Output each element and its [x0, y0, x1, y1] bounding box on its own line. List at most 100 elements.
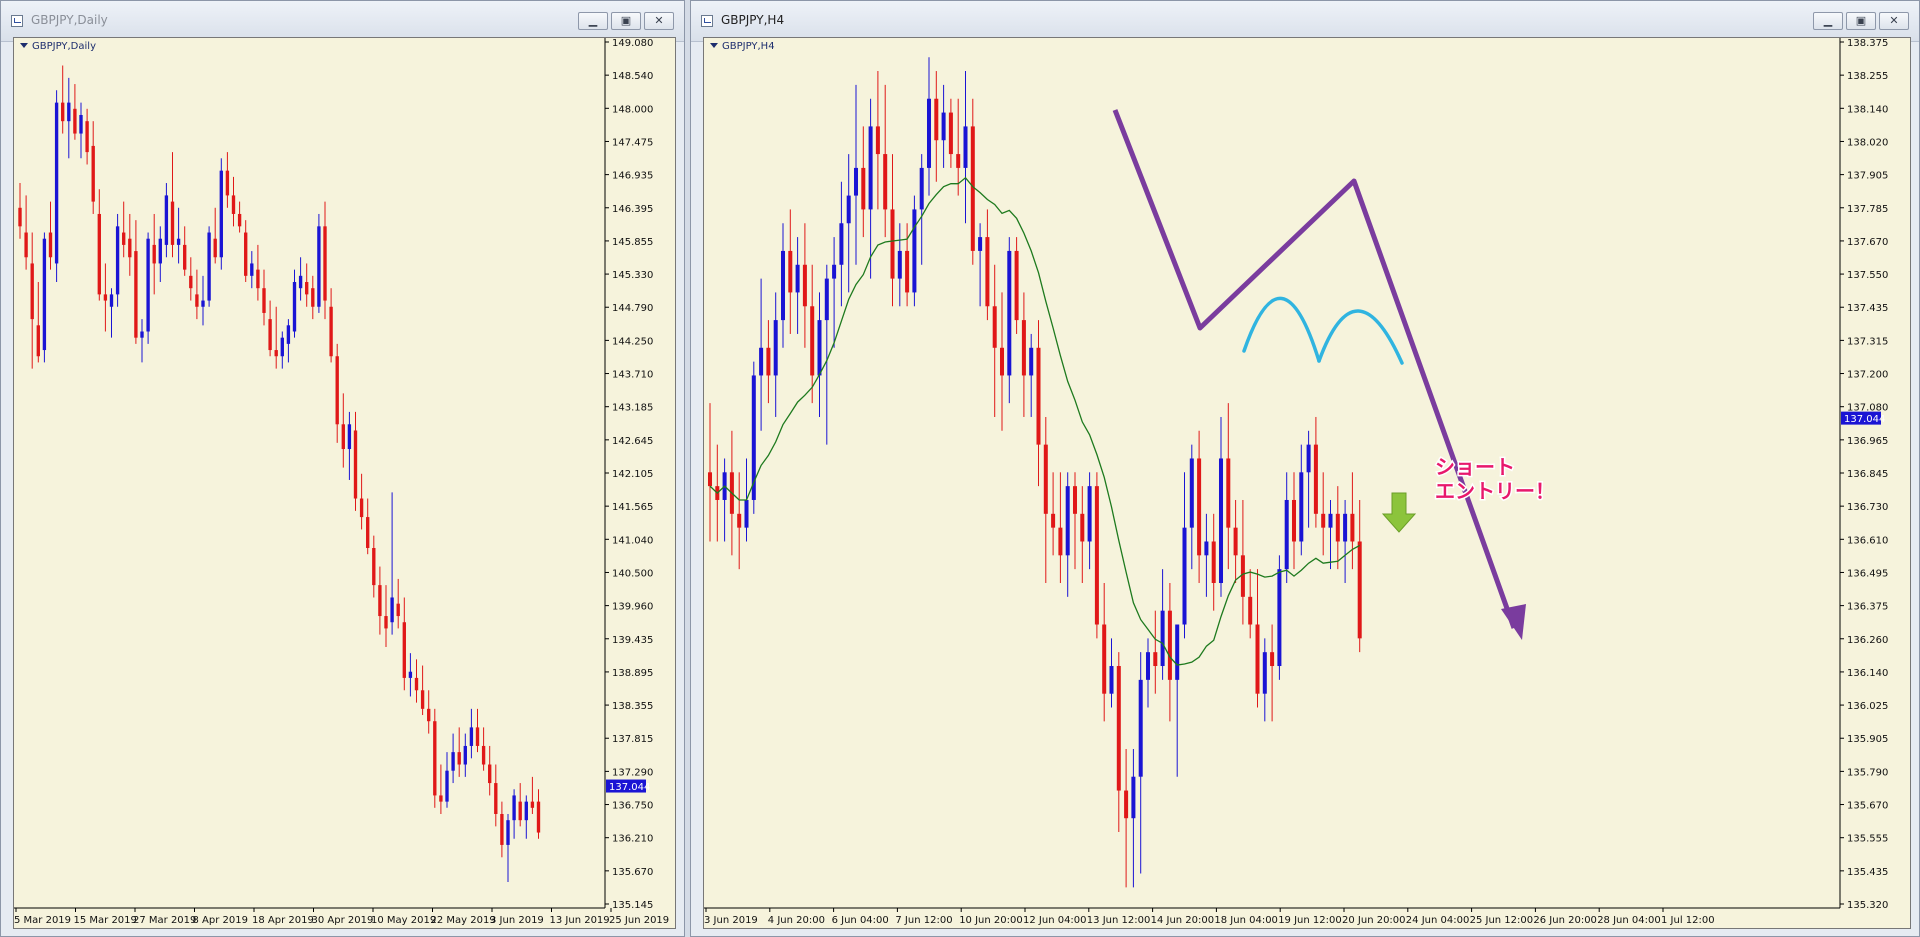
candle-body: [817, 320, 822, 376]
candle-body: [201, 300, 205, 307]
maximize-button[interactable]: ▣: [1846, 12, 1876, 30]
title-bar[interactable]: GBPJPY,H4 ▁ ▣ ✕: [691, 1, 1919, 42]
candle-body: [766, 347, 771, 376]
time-tick-label: 18 Jun 04:00: [1214, 915, 1278, 926]
candle-body: [530, 801, 535, 808]
candlestick-chart[interactable]: 138.375 138.255 138.140 138.020 137.905 137.7…: [704, 38, 1911, 929]
candle-body: [963, 126, 968, 168]
candle-body: [1116, 666, 1121, 791]
price-tick-label: 142.105: [612, 469, 653, 480]
candle-body: [1182, 527, 1187, 625]
candle-body: [79, 114, 83, 134]
candle-body: [103, 294, 108, 301]
window-title: GBPJPY,Daily: [31, 13, 108, 27]
candle-body: [1321, 513, 1326, 528]
candle-body: [396, 603, 400, 617]
candle-body: [237, 213, 242, 227]
pattern-arc-right: [1317, 309, 1404, 365]
maximize-icon: ▣: [1855, 14, 1867, 27]
close-icon: ✕: [1889, 14, 1899, 27]
candle-body: [158, 238, 162, 264]
candle-body: [1087, 486, 1092, 542]
price-tick-label: 139.960: [612, 602, 653, 613]
candle-body: [152, 244, 156, 264]
candle-body: [207, 232, 211, 301]
candle-body: [439, 795, 443, 802]
candle-body: [1189, 458, 1194, 528]
chart-window-daily[interactable]: GBPJPY,Daily ▁ ▣ ✕ 149.080 148.540 148.000…: [0, 0, 685, 937]
price-tick-label: 140.500: [612, 568, 653, 579]
price-tick-label: 138.140: [1847, 104, 1888, 115]
price-tick-label: 135.790: [1847, 767, 1888, 778]
candle-body: [317, 226, 321, 307]
candle-body: [1124, 790, 1129, 819]
minimize-icon: ▁: [1823, 14, 1833, 27]
candle-body: [54, 102, 59, 264]
candle-body: [262, 288, 266, 313]
candle-body: [30, 263, 34, 320]
candle-body: [420, 690, 425, 709]
candle-body: [1357, 541, 1362, 639]
candle-body: [335, 356, 339, 425]
candle-body: [341, 424, 345, 450]
minimize-button[interactable]: ▁: [1813, 12, 1843, 30]
candle-body: [1167, 610, 1172, 680]
minimize-button[interactable]: ▁: [578, 12, 608, 30]
price-tick-label: 135.320: [1847, 900, 1888, 911]
price-tick-label: 137.785: [1847, 204, 1888, 215]
candle-body: [445, 770, 449, 802]
candle-body: [219, 170, 223, 258]
time-tick-label: 20 Jun 20:00: [1342, 915, 1406, 926]
price-tick-label: 135.670: [1847, 801, 1888, 812]
candle-body: [1007, 250, 1012, 376]
trend-arrow-line: [1112, 109, 1517, 629]
price-tick-label: 139.435: [612, 635, 653, 646]
candle-body: [1255, 624, 1260, 694]
candle-body: [512, 795, 516, 821]
price-tick-label: 135.555: [1847, 834, 1888, 845]
close-button[interactable]: ✕: [1879, 12, 1909, 30]
candle-body: [91, 145, 95, 202]
moving-average-line: [709, 176, 1361, 666]
candle-body: [744, 499, 749, 528]
candle-body: [1102, 624, 1107, 694]
chart-area[interactable]: 149.080 148.540 148.000 147.475 146.935 146.3…: [13, 37, 676, 929]
candle-body: [1343, 513, 1348, 542]
candle-body: [1175, 624, 1180, 680]
candle-body: [926, 98, 932, 168]
time-tick-label: 25 Jun 12:00: [1470, 915, 1534, 926]
entry-arrow-icon: [1381, 492, 1417, 533]
candle-body: [985, 237, 990, 307]
time-tick-label: 10 May 2019: [371, 915, 436, 926]
candle-body: [1226, 458, 1231, 528]
candle-body: [488, 764, 492, 784]
time-tick-label: 1 Jul 12:00: [1661, 915, 1715, 926]
candle-body: [978, 237, 983, 251]
maximize-button[interactable]: ▣: [611, 12, 641, 30]
price-tick-label: 148.000: [612, 104, 653, 115]
close-button[interactable]: ✕: [644, 12, 674, 30]
chart-area[interactable]: 138.375 138.255 138.140 138.020 137.905 137.7…: [703, 37, 1911, 929]
candle-body: [189, 275, 193, 289]
price-tick-label: 136.845: [1847, 469, 1888, 480]
candle-body: [366, 517, 370, 549]
candle-body: [61, 102, 65, 122]
chart-window-h4[interactable]: GBPJPY,H4 ▁ ▣ ✕ 138.375 138.255 138.140 138…: [690, 0, 1920, 937]
candle-body: [795, 264, 800, 293]
candle-body: [956, 154, 961, 168]
time-tick-label: 26 Jun 20:00: [1533, 915, 1597, 926]
candle-body: [941, 112, 946, 141]
price-tick-label: 136.610: [1847, 535, 1888, 546]
price-tick-label: 135.145: [612, 900, 653, 911]
candle-body: [213, 238, 217, 258]
candlestick-chart[interactable]: 149.080 148.540 148.000 147.475 146.935 146.3…: [14, 38, 676, 929]
title-bar[interactable]: GBPJPY,Daily ▁ ▣ ✕: [1, 1, 684, 42]
candle-body: [256, 269, 260, 289]
time-tick-label: 6 Jun 04:00: [832, 915, 889, 926]
candle-body: [506, 820, 510, 845]
candle-body: [1160, 610, 1165, 667]
candle-body: [451, 752, 455, 771]
candle-body: [905, 250, 910, 293]
candle-body: [414, 677, 419, 691]
candle-body: [170, 201, 175, 245]
